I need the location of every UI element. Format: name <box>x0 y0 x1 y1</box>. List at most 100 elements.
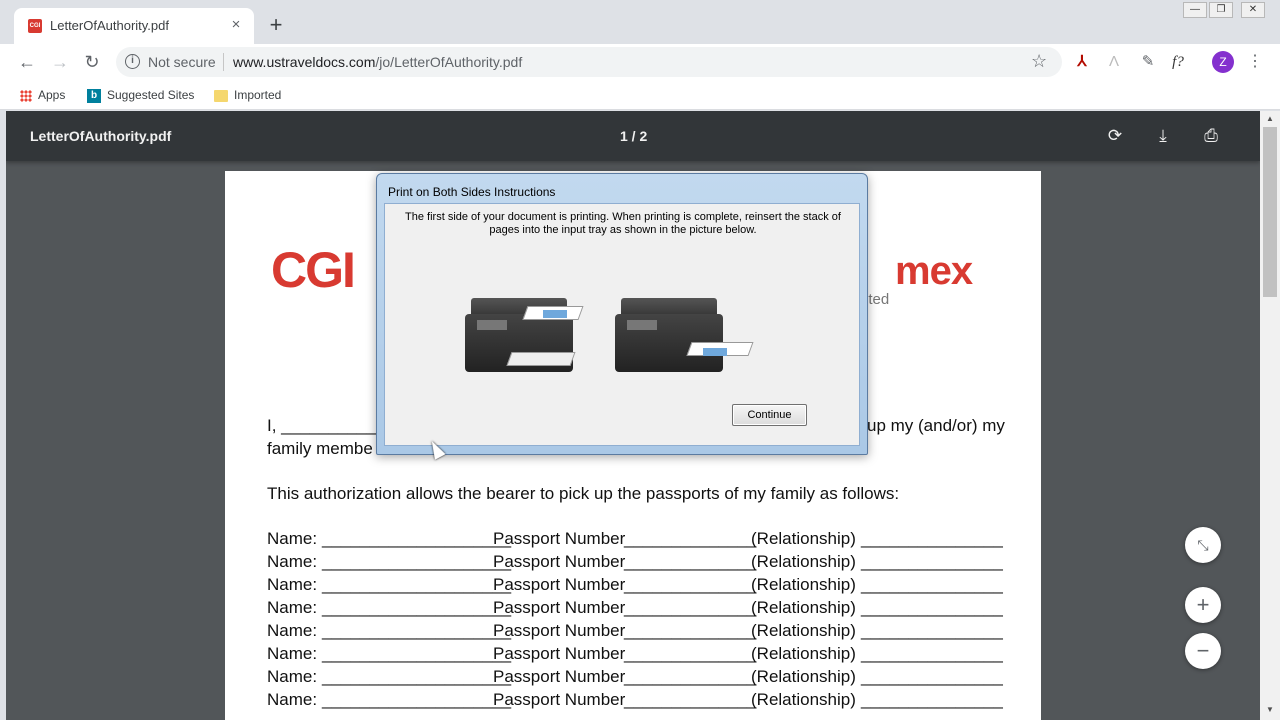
row-blank1: ____________________ <box>322 667 512 686</box>
eyedropper-extension-icon[interactable]: ✎ <box>1137 51 1159 73</box>
printer-illustration-2 <box>613 292 754 376</box>
close-tab-icon[interactable]: × <box>228 17 244 33</box>
download-icon[interactable]: ⤓ <box>1151 124 1175 148</box>
row-relationship: (Relationship) <box>751 644 856 663</box>
url-host: www.ustraveldocs.com <box>233 54 376 70</box>
scroll-down-arrow-icon[interactable]: ▼ <box>1266 705 1274 714</box>
table-row: Name: ____________________Passport Number… <box>267 552 1003 575</box>
rotate-icon[interactable]: ⟳ <box>1103 124 1127 148</box>
profile-avatar[interactable]: Z <box>1212 51 1234 73</box>
row-blank3: _______________ <box>861 552 1003 571</box>
row-passport: Passport Number <box>493 598 626 617</box>
bookmark-suggested-sites[interactable]: b Suggested Sites <box>87 86 194 104</box>
bookmark-label: Suggested Sites <box>107 88 195 102</box>
page-indicator: 1 / 2 <box>620 128 648 144</box>
cgi-logo: CGI <box>271 242 356 298</box>
row-name: Name: <box>267 621 318 640</box>
row-name: Name: <box>267 529 318 548</box>
row-passport: Passport Number <box>493 690 626 709</box>
row-name: Name: <box>267 575 318 594</box>
family-rows: Name: ____________________Passport Number… <box>267 529 1003 713</box>
row-blank3: _______________ <box>861 667 1003 686</box>
bookmark-apps[interactable]: Apps <box>20 86 65 104</box>
row-relationship: (Relationship) <box>751 667 856 686</box>
table-row: Name: ____________________Passport Number… <box>267 667 1003 690</box>
authorization-text: This authorization allows the bearer to … <box>267 484 900 503</box>
fit-to-page-button[interactable]: ⤡ <box>1185 527 1221 563</box>
scroll-thumb[interactable] <box>1263 127 1277 297</box>
row-passport: Passport Number <box>493 644 626 663</box>
table-row: Name: ____________________Passport Number… <box>267 598 1003 621</box>
close-window-button[interactable]: ✕ <box>1241 2 1265 18</box>
bookmark-imported[interactable]: Imported <box>214 86 281 104</box>
row-name: Name: <box>267 644 318 663</box>
row-blank3: _______________ <box>861 598 1003 617</box>
row-blank1: ____________________ <box>322 552 512 571</box>
dialog-message: The first side of your document is print… <box>405 211 841 236</box>
chrome-menu-icon[interactable]: ⋮ <box>1246 51 1264 73</box>
row-blank2: ______________ <box>624 552 757 571</box>
info-icon[interactable]: i <box>125 54 140 69</box>
address-bar[interactable]: i Not secure www.ustraveldocs.com/jo/Let… <box>116 47 1062 77</box>
row-blank1: ____________________ <box>322 575 512 594</box>
row-blank2: ______________ <box>624 598 757 617</box>
row-passport: Passport Number <box>493 575 626 594</box>
omnibox-divider <box>223 53 224 71</box>
browser-window: CGI LetterOfAuthority.pdf × + — ❐ ✕ ← → … <box>0 0 1280 720</box>
row-relationship: (Relationship) <box>751 529 856 548</box>
function-extension-icon[interactable]: f? <box>1167 51 1189 73</box>
row-blank2: ______________ <box>624 644 757 663</box>
dialog-content: The first side of your document is print… <box>384 203 860 446</box>
back-button[interactable]: ← <box>14 49 40 75</box>
row-relationship: (Relationship) <box>751 621 856 640</box>
bing-icon: b <box>87 88 101 103</box>
minimize-button[interactable]: — <box>1183 2 1207 18</box>
row-name: Name: <box>267 667 318 686</box>
row-name: Name: <box>267 552 318 571</box>
apps-grid-icon <box>20 89 32 102</box>
table-row: Name: ____________________Passport Number… <box>267 621 1003 644</box>
row-blank2: ______________ <box>624 575 757 594</box>
row-passport: Passport Number <box>493 552 626 571</box>
pdf-toolbar: LetterOfAuthority.pdf 1 / 2 ⟳ ⤓ ⎙ <box>6 111 1260 161</box>
browser-toolbar: ← → ↻ i Not secure www.ustraveldocs.com/… <box>0 44 1280 80</box>
adobe-acrobat-extension-icon[interactable]: ⅄ <box>1071 51 1093 73</box>
print-icon[interactable]: ⎙ <box>1199 124 1223 148</box>
continue-button[interactable]: Continue <box>732 404 807 426</box>
tab-title: LetterOfAuthority.pdf <box>50 18 169 33</box>
printer-illustration-1 <box>463 292 584 376</box>
forward-button[interactable]: → <box>47 49 73 75</box>
tab-letter-of-authority[interactable]: CGI LetterOfAuthority.pdf × <box>14 8 254 44</box>
row-name: Name: <box>267 598 318 617</box>
reload-button[interactable]: ↻ <box>79 49 105 75</box>
aramex-logo-subtitle: ited <box>865 291 890 308</box>
dialog-title: Print on Both Sides Instructions <box>388 185 556 199</box>
doc-line-1-right: up my (and/or) my <box>867 416 1005 435</box>
zoom-out-button[interactable]: − <box>1185 633 1221 669</box>
bookmark-star-icon[interactable]: ☆ <box>1031 51 1047 72</box>
row-blank3: _______________ <box>861 529 1003 548</box>
bookmark-label: Imported <box>234 88 282 102</box>
row-blank1: ____________________ <box>322 690 512 709</box>
vertical-scrollbar[interactable]: ▲ ▼ <box>1260 111 1280 720</box>
bookmark-label: Apps <box>38 88 66 102</box>
bookmarks-bar: Apps b Suggested Sites Imported <box>0 80 1280 110</box>
folder-icon <box>214 89 228 102</box>
tab-strip: CGI LetterOfAuthority.pdf × + — ❐ ✕ <box>0 0 1280 44</box>
row-relationship: (Relationship) <box>751 598 856 617</box>
scroll-up-arrow-icon[interactable]: ▲ <box>1266 114 1274 123</box>
table-row: Name: ____________________Passport Number… <box>267 529 1003 552</box>
table-row: Name: ____________________Passport Number… <box>267 690 1003 713</box>
new-tab-button[interactable]: + <box>264 14 288 38</box>
row-blank1: ____________________ <box>322 529 512 548</box>
row-passport: Passport Number <box>493 529 626 548</box>
row-blank2: ______________ <box>624 667 757 686</box>
pdf-filename: LetterOfAuthority.pdf <box>30 128 172 144</box>
font-extension-icon[interactable]: Λ <box>1103 51 1125 73</box>
row-blank3: _______________ <box>861 575 1003 594</box>
row-blank3: _______________ <box>861 690 1003 709</box>
url-text[interactable]: www.ustraveldocs.com/jo/LetterOfAuthorit… <box>233 54 522 70</box>
security-indicator[interactable]: Not secure <box>148 54 216 70</box>
zoom-in-button[interactable]: + <box>1185 587 1221 623</box>
maximize-button[interactable]: ❐ <box>1209 2 1233 18</box>
